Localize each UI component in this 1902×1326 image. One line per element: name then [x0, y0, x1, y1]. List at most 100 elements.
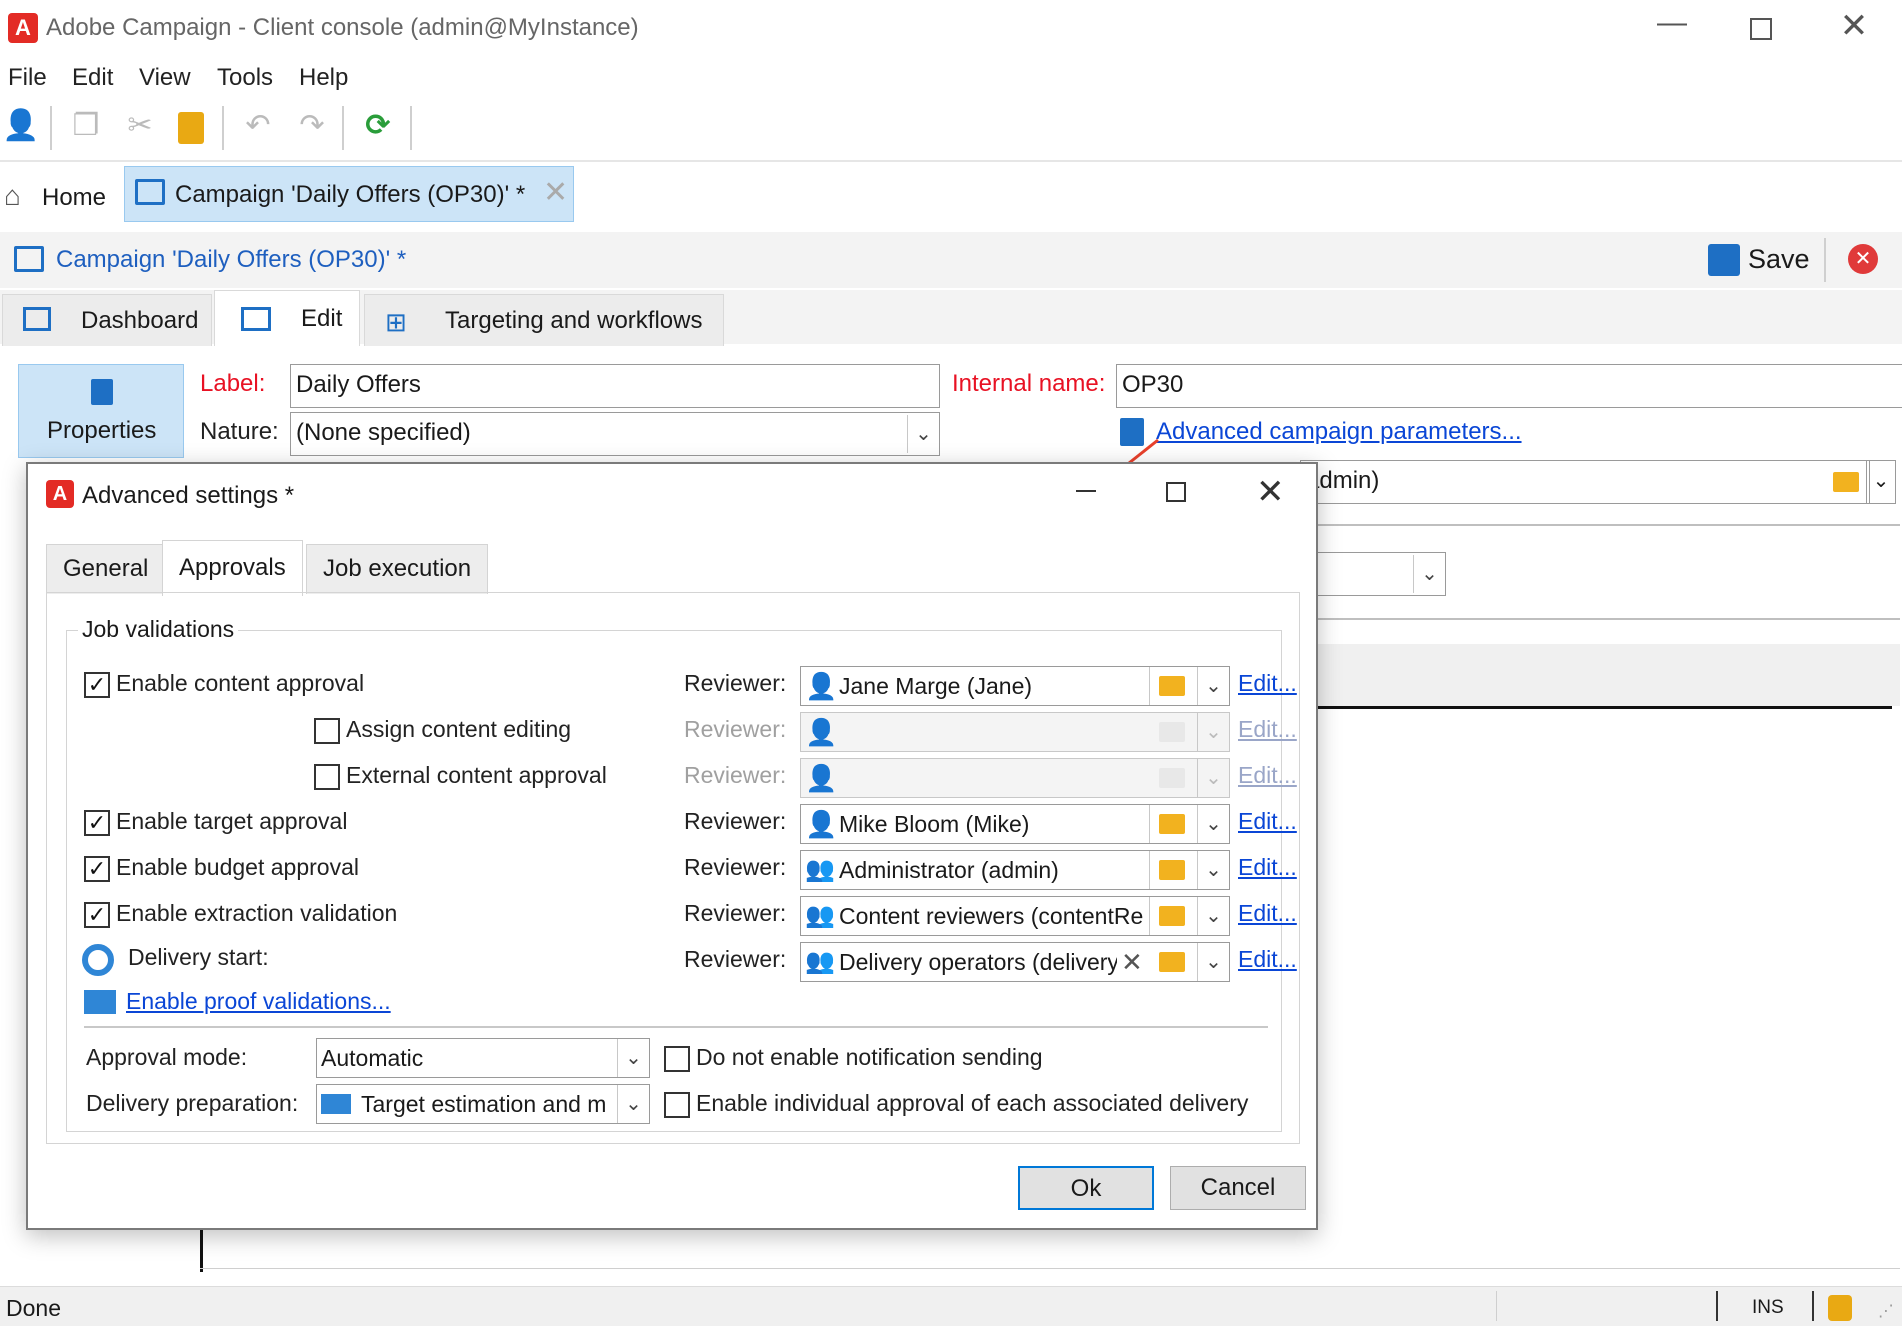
adobe-campaign-logo-icon: A [8, 13, 38, 43]
refresh-icon[interactable]: ⟳ [360, 108, 396, 144]
enable-proof-validations-link[interactable]: Enable proof validations... [126, 988, 391, 1015]
chevron-down-icon[interactable]: ⌄ [1197, 851, 1229, 889]
chevron-down-icon: ⌄ [1197, 759, 1229, 797]
chevron-down-icon[interactable]: ⌄ [1197, 805, 1229, 843]
header-separator [1824, 238, 1826, 282]
folder-icon[interactable] [1159, 814, 1185, 834]
reviewer-select[interactable]: 👥 Delivery operators (delivery ✕ ⌄ [800, 942, 1230, 982]
checkbox-enable-content-approval[interactable]: ✓ [84, 672, 110, 698]
cut-icon[interactable]: ✂ [122, 108, 158, 144]
undo-icon[interactable]: ↶ [240, 108, 276, 144]
checkbox-do-not-enable-notification[interactable] [664, 1046, 690, 1072]
edit-link[interactable]: Edit... [1238, 670, 1297, 697]
background-select[interactable]: ⌄ [1300, 552, 1446, 596]
redo-icon[interactable]: ↷ [294, 108, 330, 144]
checkbox-enable-target-approval[interactable]: ✓ [84, 810, 110, 836]
toolbar-separator [222, 106, 224, 150]
reviewer-select[interactable]: 👥 Administrator (admin) ⌄ [800, 850, 1230, 890]
advanced-campaign-parameters-link[interactable]: Advanced campaign parameters... [1156, 418, 1522, 446]
chevron-down-icon[interactable]: ⌄ [1197, 667, 1229, 705]
delivery-preparation-select[interactable]: Target estimation and m ⌄ [316, 1084, 650, 1124]
folder-icon[interactable] [1159, 676, 1185, 696]
chevron-down-icon[interactable]: ⌄ [1197, 943, 1229, 981]
status-separator [1812, 1291, 1814, 1321]
toolbar-separator [410, 106, 412, 150]
menu-help[interactable]: Help [299, 64, 348, 92]
tab-dashboard[interactable]: Dashboard [2, 294, 212, 346]
tab-campaign-label: Campaign 'Daily Offers (OP30)' * [175, 181, 526, 208]
campaign-manager-field[interactable]: admin) [1300, 460, 1870, 504]
checkbox-assign-content-editing[interactable] [314, 718, 340, 744]
tab-home-label: Home [42, 184, 107, 211]
status-separator [1496, 1291, 1497, 1321]
reviewer-select[interactable]: 👤 Jane Marge (Jane) ⌄ [800, 666, 1230, 706]
paste-icon[interactable] [178, 112, 204, 144]
edit-link[interactable]: Edit... [1238, 808, 1297, 835]
ins-indicator: INS [1752, 1297, 1784, 1318]
clear-icon[interactable]: ✕ [1121, 943, 1143, 981]
edit-link[interactable]: Edit... [1238, 946, 1297, 973]
close-icon[interactable]: ✕ [1256, 472, 1285, 512]
nature-select[interactable]: (None specified) ⌄ [290, 412, 940, 456]
folder-icon[interactable] [1833, 472, 1859, 492]
folder-icon[interactable] [1159, 906, 1185, 926]
tab-home[interactable]: ⌂ Home [4, 176, 118, 220]
section-divider [84, 1026, 1268, 1028]
internal-name-label: Internal name: [952, 370, 1106, 397]
minimize-icon[interactable]: — [1642, 6, 1702, 40]
checkbox-external-content-approval[interactable] [314, 764, 340, 790]
window-title: Adobe Campaign - Client console (admin@M… [46, 14, 639, 41]
menu-edit[interactable]: Edit [72, 64, 113, 92]
menu-file[interactable]: File [8, 64, 47, 92]
tab-targeting-workflows[interactable]: ⊞ Targeting and workflows [364, 294, 724, 346]
tab-job-execution[interactable]: Job execution [306, 544, 489, 594]
save-button[interactable]: Save [1706, 240, 1826, 280]
label-input[interactable]: Daily Offers [290, 364, 940, 408]
cancel-button[interactable]: Cancel [1170, 1166, 1306, 1210]
folder-icon[interactable] [1159, 860, 1185, 880]
checkbox-enable-extraction-validation[interactable]: ✓ [84, 902, 110, 928]
tab-general[interactable]: General [46, 544, 166, 594]
approval-mode-select[interactable]: Automatic ⌄ [316, 1038, 650, 1078]
chevron-down-icon[interactable]: ⌄ [1866, 460, 1896, 504]
folder-icon [1159, 768, 1185, 788]
approval-row-label: Assign content editing [346, 716, 572, 742]
tab-campaign[interactable]: Campaign 'Daily Offers (OP30)' * ✕ [124, 166, 574, 222]
chevron-down-icon[interactable]: ⌄ [617, 1039, 649, 1077]
chevron-down-icon[interactable]: ⌄ [907, 415, 939, 453]
menu-tools[interactable]: Tools [217, 64, 273, 92]
approval-row-label: Enable extraction validation [116, 900, 398, 926]
checkbox-individual-approval[interactable] [664, 1092, 690, 1118]
title-bar: A Adobe Campaign - Client console (admin… [0, 0, 1902, 60]
toolbar-separator [50, 106, 52, 150]
menu-view[interactable]: View [139, 64, 191, 92]
checkbox-enable-budget-approval[interactable]: ✓ [84, 856, 110, 882]
resize-grip-icon[interactable]: ⋰ [1878, 1301, 1894, 1321]
chevron-down-icon[interactable]: ⌄ [1197, 897, 1229, 935]
close-icon[interactable]: ✕ [1824, 6, 1884, 46]
tab-targeting-label: Targeting and workflows [445, 307, 703, 334]
edit-link[interactable]: Edit... [1238, 854, 1297, 881]
reviewer-label: Reviewer: [684, 670, 787, 696]
ok-button[interactable]: Ok [1018, 1166, 1154, 1210]
folder-icon[interactable] [1159, 952, 1185, 972]
maximize-icon[interactable] [1750, 18, 1772, 40]
cancel-close-icon[interactable]: ✕ [1848, 244, 1878, 274]
properties-button[interactable]: Properties [18, 364, 184, 458]
internal-name-input[interactable]: OP30 [1116, 364, 1902, 408]
maximize-icon[interactable] [1166, 482, 1186, 502]
chevron-down-icon[interactable]: ⌄ [1413, 555, 1445, 593]
reviewer-select: 👤 ⌄ [800, 712, 1230, 752]
reviewer-select[interactable]: 👤 Mike Bloom (Mike) ⌄ [800, 804, 1230, 844]
copy-icon[interactable]: ❐ [68, 108, 104, 144]
tab-approvals[interactable]: Approvals [162, 540, 303, 596]
tab-edit[interactable]: Edit [214, 290, 360, 346]
edit-link[interactable]: Edit... [1238, 900, 1297, 927]
reviewer-select[interactable]: 👥 Content reviewers (contentRe ⌄ [800, 896, 1230, 936]
minimize-icon[interactable] [1076, 490, 1096, 492]
notify-checkbox-label: Do not enable notification sending [696, 1044, 1043, 1070]
chevron-down-icon[interactable]: ⌄ [617, 1085, 649, 1123]
user-icon: 👤 [805, 671, 838, 701]
close-tab-icon[interactable]: ✕ [543, 175, 568, 210]
new-user-icon[interactable]: 👤 [2, 108, 39, 144]
